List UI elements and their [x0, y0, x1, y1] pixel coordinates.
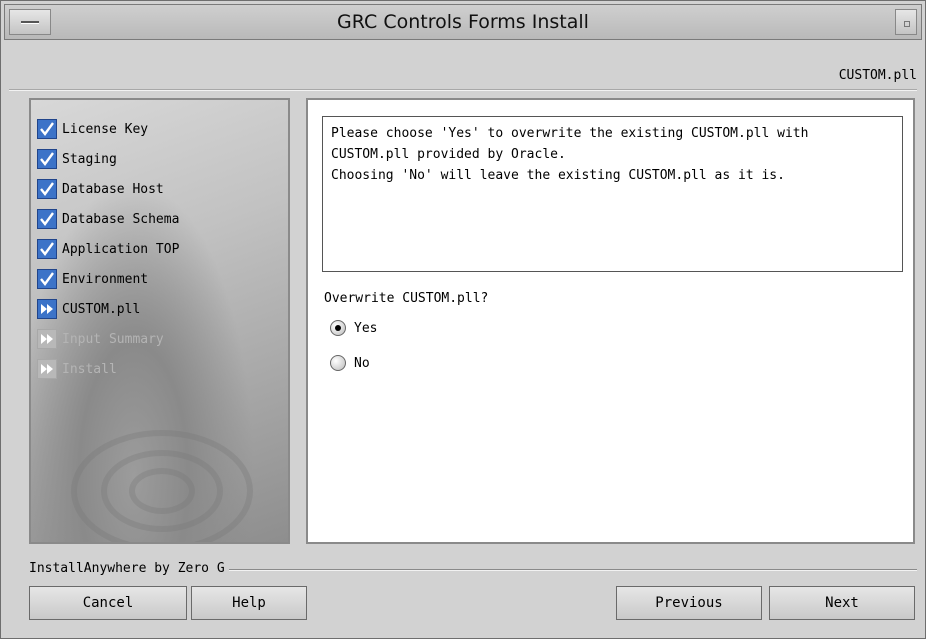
radio-yes-label[interactable]: Yes: [354, 321, 377, 336]
checkmark-icon: [37, 149, 57, 169]
title-bar[interactable]: GRC Controls Forms Install: [4, 4, 922, 40]
brand-label: InstallAnywhere by Zero G: [29, 561, 229, 576]
double-arrow-icon: [37, 359, 57, 379]
step-license-key: License Key: [37, 114, 179, 144]
radio-unselected-icon[interactable]: [330, 355, 346, 371]
window-title: GRC Controls Forms Install: [337, 11, 589, 33]
step-label: Database Schema: [62, 211, 180, 227]
step-header: CUSTOM.pll: [838, 68, 917, 83]
steps-panel: License Key Staging Database Host Databa…: [29, 98, 290, 544]
step-label: License Key: [62, 121, 149, 137]
maximize-button[interactable]: [895, 9, 917, 35]
double-arrow-icon: [37, 329, 57, 349]
radio-no-label[interactable]: No: [354, 356, 370, 371]
message-line: Please choose 'Yes' to overwrite the exi…: [331, 126, 809, 141]
installer-window: GRC Controls Forms Install CUSTOM.pll Li…: [0, 0, 926, 639]
cancel-button[interactable]: Cancel: [29, 586, 187, 620]
step-label: Database Host: [62, 181, 164, 197]
step-label: CUSTOM.pll: [62, 301, 141, 317]
checkmark-icon: [37, 119, 57, 139]
next-button[interactable]: Next: [769, 586, 915, 620]
step-label: Install: [62, 361, 117, 377]
step-database-host: Database Host: [37, 174, 179, 204]
step-label: Staging: [62, 151, 117, 167]
radio-selected-icon[interactable]: [330, 320, 346, 336]
message-line: CUSTOM.pll provided by Oracle.: [331, 147, 566, 162]
maximize-icon: [904, 21, 910, 27]
content-panel: Please choose 'Yes' to overwrite the exi…: [306, 98, 915, 544]
help-button[interactable]: Help: [191, 586, 307, 620]
steps-list: License Key Staging Database Host Databa…: [37, 114, 179, 384]
step-label: Environment: [62, 271, 149, 287]
radio-yes[interactable]: Yes: [330, 320, 377, 336]
header-divider: [9, 89, 917, 91]
question-label: Overwrite CUSTOM.pll?: [324, 291, 489, 306]
previous-button[interactable]: Previous: [616, 586, 762, 620]
step-label: Application TOP: [62, 241, 180, 257]
step-input-summary: Input Summary: [37, 324, 179, 354]
step-database-schema: Database Schema: [37, 204, 179, 234]
message-box: Please choose 'Yes' to overwrite the exi…: [322, 116, 903, 272]
step-label: Input Summary: [62, 331, 164, 347]
step-install: Install: [37, 354, 179, 384]
checkmark-icon: [37, 269, 57, 289]
step-staging: Staging: [37, 144, 179, 174]
checkmark-icon: [37, 179, 57, 199]
swirl-decoration: [129, 468, 195, 514]
step-application-top: Application TOP: [37, 234, 179, 264]
step-custom-pll: CUSTOM.pll: [37, 294, 179, 324]
checkmark-icon: [37, 209, 57, 229]
step-environment: Environment: [37, 264, 179, 294]
double-arrow-icon: [37, 299, 57, 319]
radio-no[interactable]: No: [330, 355, 370, 371]
message-line: Choosing 'No' will leave the existing CU…: [331, 168, 785, 183]
checkmark-icon: [37, 239, 57, 259]
